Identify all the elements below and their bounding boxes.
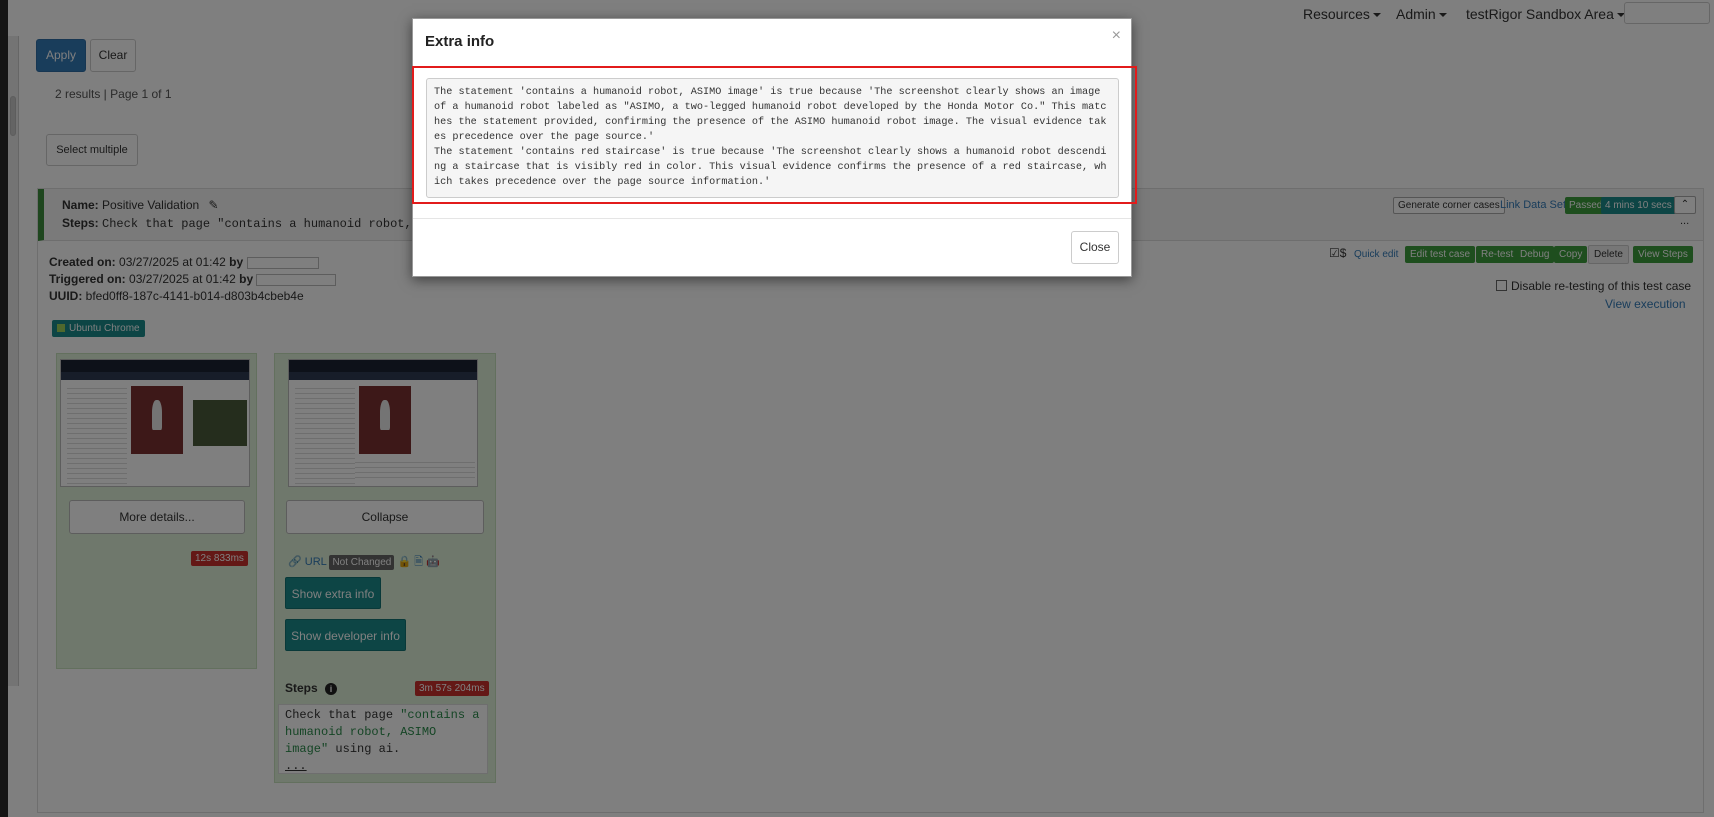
modal-title: Extra info bbox=[425, 33, 495, 50]
extra-info-text: The statement 'contains a humanoid robot… bbox=[426, 78, 1119, 198]
close-icon[interactable]: × bbox=[1112, 27, 1121, 45]
extra-info-modal: Extra info × The statement 'contains a h… bbox=[412, 18, 1137, 277]
close-button[interactable]: Close bbox=[1071, 231, 1119, 264]
modal-footer-divider bbox=[413, 218, 1131, 219]
